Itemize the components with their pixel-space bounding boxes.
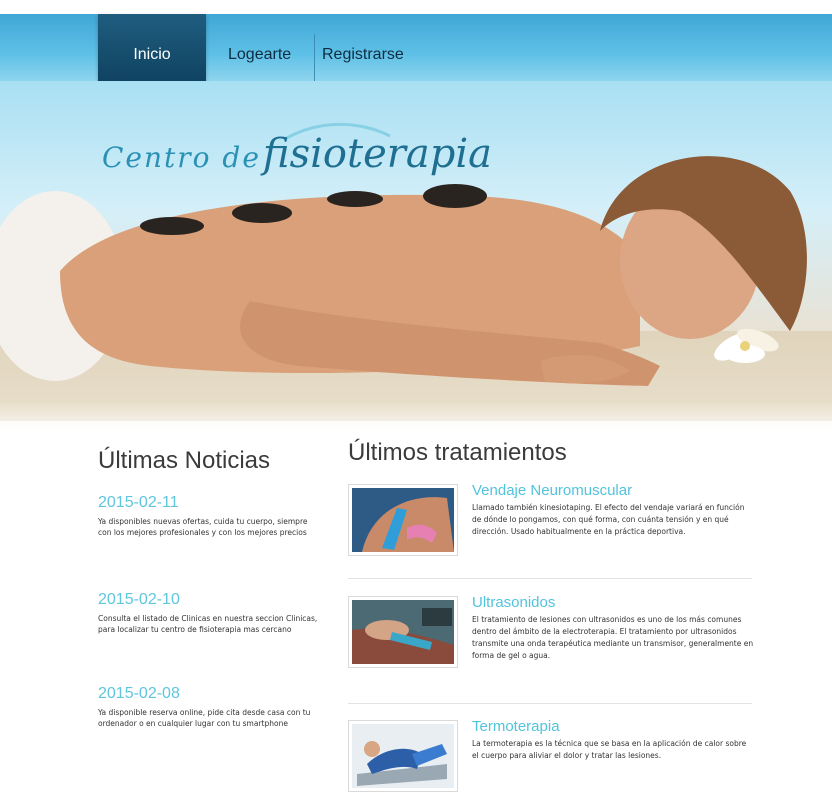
treatment-description: El tratamiento de lesiones con ultrasoni… [472, 615, 754, 660]
news-date[interactable]: 2015-02-11 [98, 494, 323, 512]
treatment-thumbnail[interactable] [348, 484, 458, 556]
treatment-item: Ultrasonidos El tratamiento de lesiones … [348, 594, 754, 691]
divider [348, 703, 752, 704]
top-nav: Inicio Logearte Registrarse [0, 14, 832, 91]
news-heading: Últimas Noticias [98, 447, 271, 474]
thermotherapy-image [352, 724, 454, 788]
treatment-title[interactable]: Ultrasonidos [472, 594, 555, 611]
ultrasound-image [352, 600, 454, 664]
treatment-thumbnail[interactable] [348, 720, 458, 792]
brand-part-1: Centro de [102, 141, 261, 174]
treatment-item: Vendaje Neuromuscular Llamado también ki… [348, 482, 752, 564]
news-item: 2015-02-08 Ya disponible reserva online,… [98, 685, 323, 729]
news-item: 2015-02-11 Ya disponibles nuevas ofertas… [98, 494, 323, 538]
treatment-thumbnail[interactable] [348, 596, 458, 668]
news-text: Ya disponible reserva online, pide cita … [98, 708, 311, 728]
nav-item-logearte[interactable]: Logearte [228, 14, 291, 81]
news-date[interactable]: 2015-02-10 [98, 591, 323, 609]
treatment-item: Termoterapia La termoterapia es la técni… [348, 718, 752, 792]
news-text: Consulta el listado de Clinicas en nuest… [98, 614, 318, 634]
nav-item-inicio[interactable]: Inicio [98, 14, 206, 91]
news-item: 2015-02-10 Consulta el listado de Clinic… [98, 591, 323, 635]
treatment-description: La termoterapia es la técnica que se bas… [472, 739, 747, 760]
divider [348, 578, 752, 579]
treatment-title[interactable]: Vendaje Neuromuscular [472, 482, 632, 499]
treatment-description: Llamado también kinesiotaping. El efecto… [472, 503, 745, 536]
nav-divider [314, 34, 315, 82]
news-text: Ya disponibles nuevas ofertas, cuida tu … [98, 517, 308, 537]
brand-logo: Centro defisioterapia [102, 131, 492, 177]
news-date[interactable]: 2015-02-08 [98, 685, 323, 703]
hero-banner: Centro defisioterapia [0, 81, 832, 441]
treatment-title[interactable]: Termoterapia [472, 718, 560, 735]
treatments-heading: Últimos tratamientos [348, 439, 567, 466]
nav-item-registrarse[interactable]: Registrarse [322, 14, 404, 81]
kinesio-tape-image [352, 488, 454, 552]
brand-part-2: fisioterapia [262, 131, 492, 177]
